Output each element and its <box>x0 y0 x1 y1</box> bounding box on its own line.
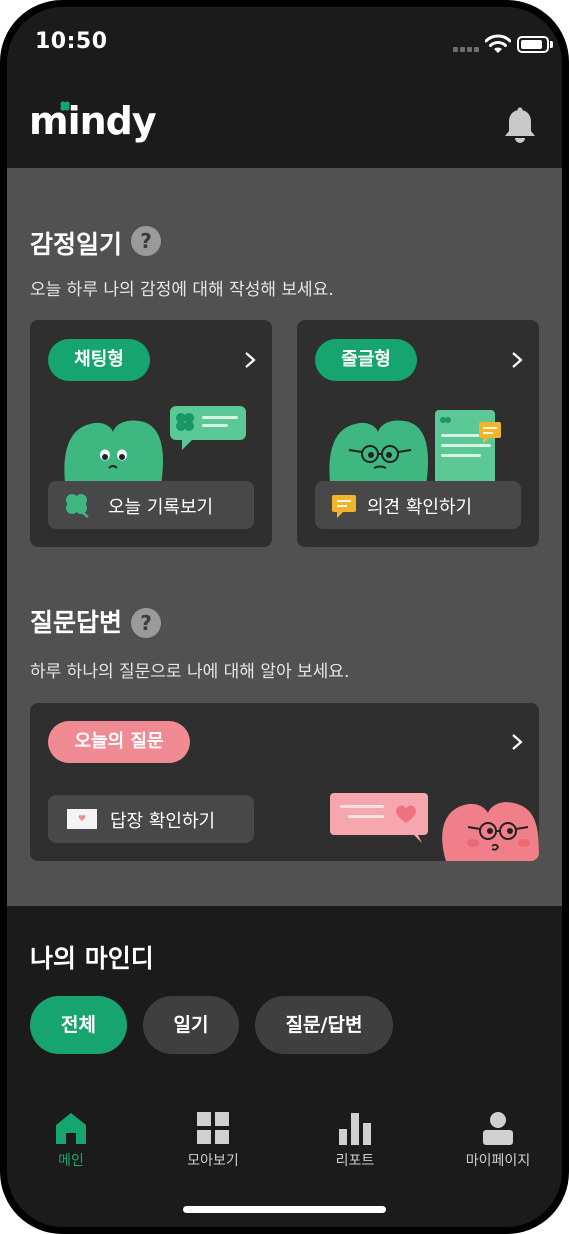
phone-frame: 10:50 mindy 감정일기 ? 오늘 하루 나의 감정에 대해 작성해 보… <box>0 0 569 1234</box>
essay-type-tag: 줄글형 <box>315 339 417 381</box>
tab-collection[interactable]: 모아보기 <box>143 1105 283 1175</box>
status-time: 10:50 <box>35 29 108 54</box>
essay-diary-card[interactable]: 줄글형 의견 확인하기 <box>297 320 539 547</box>
tab-main[interactable]: 메인 <box>7 1105 141 1175</box>
view-today-record-button[interactable]: 오늘 기록보기 <box>48 481 254 529</box>
tab-mypage-label: 마이페이지 <box>465 1153 531 1169</box>
wifi-icon <box>485 34 511 53</box>
green-heart-character-illustration <box>64 406 246 492</box>
tab-mypage[interactable]: 마이페이지 <box>428 1105 562 1175</box>
todays-question-card[interactable]: 오늘의 질문 답장 확인하기 <box>30 703 539 861</box>
emotion-diary-title: 감정일기 <box>30 230 123 259</box>
tab-collection-label: 모아보기 <box>187 1153 239 1169</box>
home-icon <box>56 1113 86 1144</box>
qa-description: 하루 하나의 질문으로 나에 대해 알아 보세요. <box>30 662 350 682</box>
tab-report-label: 리포트 <box>335 1153 375 1169</box>
filter-all-chip[interactable]: 전체 <box>30 996 127 1054</box>
bell-icon[interactable] <box>503 107 537 145</box>
home-indicator[interactable] <box>183 1206 386 1213</box>
tab-main-label: 메인 <box>58 1153 84 1169</box>
filter-qa-chip[interactable]: 질문/답변 <box>255 996 393 1054</box>
chat-diary-card[interactable]: 채팅형 오늘 기록보기 <box>30 320 272 547</box>
filter-diary-chip[interactable]: 일기 <box>143 996 239 1054</box>
chevron-right-icon[interactable] <box>243 351 257 369</box>
clover-dot-icon <box>60 101 70 111</box>
screen: 10:50 mindy 감정일기 ? 오늘 하루 나의 감정에 대해 작성해 보… <box>7 7 562 1227</box>
view-opinion-button[interactable]: 의견 확인하기 <box>315 481 521 529</box>
pink-heart-character-illustration <box>330 793 539 861</box>
view-reply-button[interactable]: 답장 확인하기 <box>48 795 254 843</box>
qa-help-icon[interactable]: ? <box>131 608 161 638</box>
qa-title: 질문답변 <box>30 608 123 637</box>
grid-icon <box>197 1112 229 1144</box>
profile-icon <box>483 1112 513 1145</box>
view-today-record-label: 오늘 기록보기 <box>108 497 214 518</box>
cellular-signal-icon <box>453 47 481 53</box>
view-opinion-label: 의견 확인하기 <box>367 497 473 518</box>
view-reply-label: 답장 확인하기 <box>110 811 216 832</box>
my-mindy-title: 나의 마인디 <box>30 944 154 973</box>
app-logo[interactable]: mindy <box>29 99 157 143</box>
main-content: 감정일기 ? 오늘 하루 나의 감정에 대해 작성해 보세요. 채팅형 오늘 기… <box>7 168 562 906</box>
tab-report[interactable]: 리포트 <box>285 1105 425 1175</box>
bar-chart-icon <box>339 1113 371 1145</box>
status-bar: 10:50 <box>7 7 562 85</box>
emotion-diary-description: 오늘 하루 나의 감정에 대해 작성해 보세요. <box>30 280 334 300</box>
app-header: mindy <box>7 85 562 168</box>
battery-icon <box>517 36 549 53</box>
battery-tip <box>550 41 553 48</box>
chevron-right-icon[interactable] <box>510 733 524 751</box>
chevron-right-icon[interactable] <box>510 351 524 369</box>
envelope-icon <box>67 809 97 829</box>
speech-bubble-icon <box>332 495 356 518</box>
glasses-character-illustration <box>329 410 501 492</box>
todays-question-tag: 오늘의 질문 <box>48 721 190 763</box>
my-mindy-section: 나의 마인디 전체 일기 질문/답변 메인 모아보기 리포트 마이페이지 <box>7 906 562 1227</box>
clover-icon <box>66 494 89 518</box>
emotion-diary-help-icon[interactable]: ? <box>131 226 161 256</box>
chat-type-tag: 채팅형 <box>48 339 150 381</box>
